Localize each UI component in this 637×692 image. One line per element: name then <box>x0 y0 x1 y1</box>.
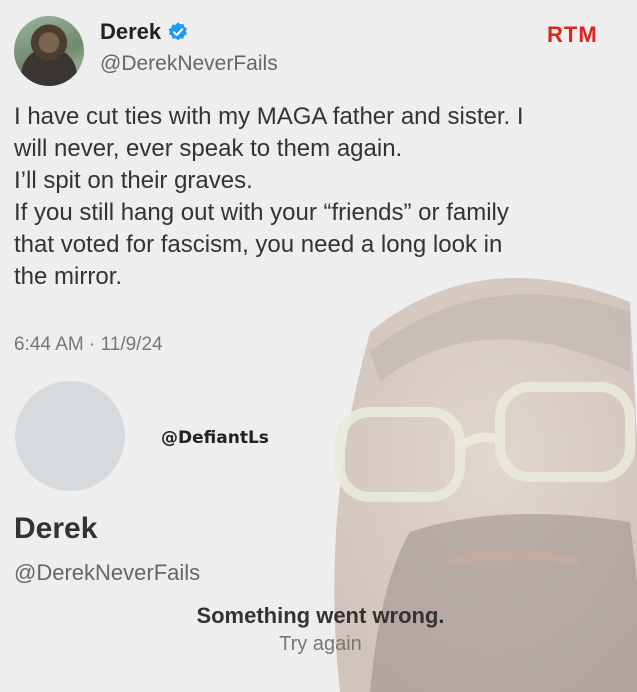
tweet-line: the mirror. <box>14 263 123 290</box>
tweet-line: that voted for fascism, you need a long … <box>14 231 503 258</box>
tweet-timestamp[interactable]: 6:44 AM · 11/9/24 <box>14 334 163 356</box>
tweet-line: I’ll spit on their graves. <box>14 167 253 194</box>
author-avatar[interactable] <box>14 16 84 86</box>
rtm-logo: RTM <box>547 22 598 47</box>
watermark: @DefiantLs <box>161 428 269 448</box>
author-handle[interactable]: @DerekNeverFails <box>100 52 278 76</box>
tweet-line: I have cut ties with my MAGA father and … <box>14 103 524 130</box>
tweet-line: will never, ever speak to them again. <box>14 135 403 162</box>
profile-name: Derek <box>14 512 98 545</box>
author-name[interactable]: Derek <box>100 19 161 45</box>
tweet-line: If you still hang out with your “friends… <box>14 199 509 226</box>
profile-avatar-placeholder <box>15 381 125 491</box>
tweet-text: I have cut ties with my MAGA father and … <box>14 101 624 293</box>
author-name-row: Derek <box>100 19 189 45</box>
try-again-link[interactable]: Try again <box>279 633 362 655</box>
profile-handle: @DerekNeverFails <box>14 560 201 585</box>
error-message-container: Something went wrong. <box>0 603 637 629</box>
verified-badge-icon <box>168 22 188 41</box>
error-message: Something went wrong. <box>196 603 445 628</box>
try-again-container: Try again <box>0 633 637 656</box>
